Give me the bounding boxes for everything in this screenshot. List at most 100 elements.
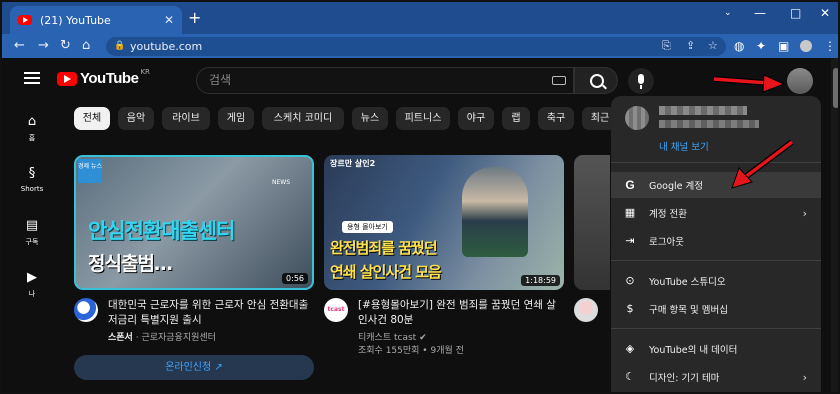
extensions-icon[interactable]: ✦ [756, 39, 766, 53]
menu-item-youtube-studio[interactable]: ⊙ YouTube 스튜디오 [611, 268, 821, 294]
account-avatar [625, 106, 649, 130]
chip[interactable]: 라이브 [162, 107, 210, 130]
voice-search-button[interactable] [628, 68, 654, 94]
youtube-favicon-icon [18, 15, 32, 25]
youtube-play-icon [57, 71, 77, 86]
window-close-icon[interactable]: ✕ [820, 6, 830, 20]
menu-label: 로그아웃 [649, 237, 684, 248]
home-button-icon[interactable]: ⌂ [82, 38, 90, 53]
view-channel-link[interactable]: 내 채널 보기 [659, 139, 709, 153]
video-title[interactable]: [#용형몰아보기] 완전 범죄를 꿈꿨던 연쇄 살인사건 80분 [358, 298, 558, 328]
address-bar[interactable]: 🔒 youtube.com [106, 37, 726, 56]
bookmark-star-icon[interactable]: ☆ [708, 39, 718, 52]
browser-toolbar: ← → ↻ ⌂ 🔒 youtube.com ⎘ ⇪ ☆ ◍ ✦ ▣ ⋮ [2, 34, 838, 58]
menu-item-sign-out[interactable]: ⇥ 로그아웃 [611, 228, 821, 254]
translate-icon[interactable]: ◍ [734, 39, 744, 53]
chip[interactable]: 야구 [458, 107, 494, 130]
video-thumbnail[interactable]: 경제 뉴스 NEWS 안심전환대출센터 정식출범… 0:56 [74, 155, 314, 290]
video-thumbnail[interactable]: 장르만 살인2 용형 몰아보기 완전범죄를 꿈꿨던 연쇄 살인사건 모음 1:1… [324, 155, 564, 290]
youtube-logo[interactable]: YouTube KR [57, 68, 150, 87]
sign-out-icon: ⇥ [625, 234, 635, 247]
url-text: youtube.com [130, 40, 203, 53]
account-name-redacted [659, 106, 747, 115]
channel-avatar[interactable]: tcast [324, 298, 348, 322]
video-stats: 조회수 155만회 • 9개월 전 [358, 346, 464, 356]
browser-tab-strip: (21) YouTube ✕ + ⌄ — □ ✕ [2, 2, 838, 34]
video-thumbnail[interactable] [574, 155, 610, 290]
appearance-icon: ☾ [625, 370, 635, 383]
shorts-icon: § [28, 166, 36, 181]
chevron-right-icon: › [802, 206, 807, 220]
menu-item-google-account[interactable]: G Google 계정 [611, 172, 821, 198]
guide-label: 구독 [25, 238, 39, 246]
video-duration: 0:56 [282, 273, 308, 284]
menu-item-appearance[interactable]: ☾ 디자인: 기기 테마 › [611, 364, 821, 390]
tab-search-icon[interactable]: ⌄ [724, 8, 732, 18]
channel-avatar[interactable] [574, 298, 598, 322]
browser-tab[interactable]: (21) YouTube ✕ [10, 6, 182, 34]
annotation-arrow-avatar [713, 74, 786, 93]
chip[interactable]: 랩 [502, 107, 530, 130]
close-icon[interactable]: ✕ [164, 13, 174, 27]
channel-avatar[interactable] [74, 298, 98, 322]
site-info-icon[interactable]: 🔒 [114, 37, 125, 56]
back-icon[interactable]: ← [14, 38, 25, 53]
home-icon: ⌂ [27, 114, 37, 129]
search-input[interactable]: 검색 [196, 67, 574, 94]
chip[interactable]: 축구 [538, 107, 574, 130]
chip[interactable]: 뉴스 [352, 107, 388, 130]
share-icon[interactable]: ⇪ [686, 39, 695, 52]
external-link-icon: ↗ [214, 362, 223, 373]
apply-online-button[interactable]: 온라인신청 ↗ [74, 355, 314, 380]
menu-item-your-data[interactable]: ◈ YouTube의 내 데이터 [611, 336, 821, 362]
library-icon: ▶ [27, 270, 37, 285]
thumbnail-series: 장르만 살인2 [330, 159, 376, 168]
profile-icon[interactable] [800, 40, 812, 52]
chip[interactable]: 스케치 코미디 [262, 107, 344, 130]
sponsored-label: 스폰서 [108, 333, 133, 343]
guide-item-shorts[interactable]: § Shorts [16, 166, 48, 193]
guide-label: 홈 [28, 134, 36, 142]
chip-all[interactable]: 전체 [74, 107, 110, 130]
guide-item-you[interactable]: ▶ 나 [16, 270, 48, 299]
page-scrollbar[interactable] [831, 58, 838, 392]
account-menu: 내 채널 보기 G Google 계정 ▦ 계정 전환 › ⇥ 로그아웃 ⊙ Y… [611, 96, 821, 392]
channel-name[interactable]: 근로자금융지원센터 [141, 333, 216, 343]
avatar[interactable] [787, 68, 813, 94]
minimize-icon[interactable]: — [754, 6, 766, 20]
forward-icon[interactable]: → [38, 38, 49, 53]
thumbnail-tag: NEWS [272, 179, 291, 186]
chip[interactable]: 음악 [118, 107, 154, 130]
new-tab-button[interactable]: + [188, 8, 201, 27]
guide-item-home[interactable]: ⌂ 홈 [16, 114, 48, 143]
guide-label: Shorts [20, 185, 44, 193]
guide-menu-icon[interactable] [24, 72, 40, 84]
menu-label: YouTube의 내 데이터 [649, 345, 738, 356]
divider [611, 328, 821, 329]
thumbnail-subheadline: 정식출범… [88, 253, 173, 275]
youtube-studio-icon: ⊙ [625, 274, 635, 287]
search-button[interactable] [574, 67, 618, 94]
chrome-menu-icon[interactable]: ⋮ [824, 39, 836, 53]
channel-name[interactable]: 티캐스트 tcast ✔ [358, 332, 558, 345]
menu-item-purchases[interactable]: $ 구매 항목 및 멤버십 [611, 296, 821, 322]
reload-icon[interactable]: ↻ [60, 38, 71, 53]
menu-item-switch-account[interactable]: ▦ 계정 전환 › [611, 200, 821, 226]
video-title[interactable]: 대한민국 근로자를 위한 근로자 안심 전환대출 저금리 특별지원 출시 [108, 298, 318, 328]
account-handle-redacted [659, 120, 759, 128]
side-panel-icon[interactable]: ▣ [778, 39, 789, 53]
subscriptions-icon: ▤ [25, 218, 39, 233]
tab-title: (21) YouTube [40, 13, 111, 27]
thumbnail-headline: 안심전환대출센터 [88, 219, 236, 243]
keyboard-icon[interactable] [552, 76, 566, 85]
install-app-icon[interactable]: ⎘ [662, 39, 671, 53]
google-icon: G [625, 178, 635, 192]
guide-item-subscriptions[interactable]: ▤ 구독 [16, 218, 48, 247]
video-meta: 스폰서 · 근로자금융지원센터 [108, 333, 216, 343]
video-duration: 1:18:59 [521, 275, 560, 286]
verified-icon: ✔ [419, 333, 427, 343]
maximize-icon[interactable]: □ [790, 6, 801, 20]
scrollbar-thumb[interactable] [833, 68, 838, 108]
chip[interactable]: 피트니스 [396, 107, 450, 130]
chip[interactable]: 게임 [218, 107, 254, 130]
